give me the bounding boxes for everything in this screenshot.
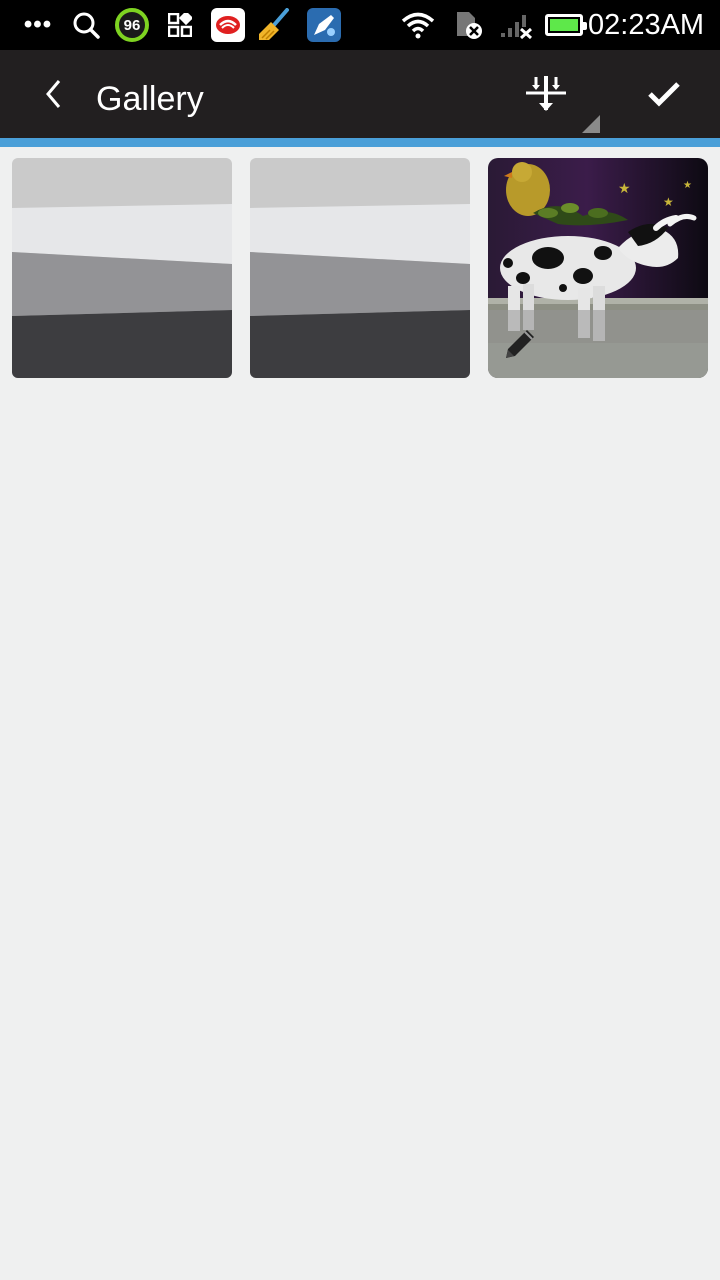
placeholder-image: [12, 158, 232, 378]
battery-saver-badge: 96: [113, 0, 151, 50]
dropdown-indicator-icon: [582, 115, 600, 133]
app-blue-icon: [304, 0, 344, 50]
app-red-icon: [210, 0, 246, 50]
app-bar-accent-line: [0, 138, 720, 147]
signal-icon: [496, 0, 536, 50]
page-title: Gallery: [96, 80, 204, 118]
sim-blocked-icon: [450, 0, 486, 50]
battery-icon: [543, 0, 587, 50]
pencil-icon[interactable]: [500, 324, 540, 364]
sort-merge-icon: [526, 76, 566, 111]
status-bar: ••• 96 02:23AM: [0, 0, 720, 50]
svg-text:★: ★: [618, 181, 631, 197]
broom-icon: [256, 0, 292, 50]
back-chevron-icon: [46, 80, 61, 108]
apps-grid-icon: [165, 0, 195, 50]
battery-saver-value: 96: [115, 8, 149, 42]
confirm-button[interactable]: [630, 50, 698, 138]
placeholder-image: [250, 158, 470, 378]
back-button[interactable]: [28, 50, 80, 138]
wifi-icon: [398, 0, 438, 50]
search-icon: [70, 0, 102, 50]
gallery-item-placeholder[interactable]: [250, 158, 470, 378]
svg-text:★: ★: [683, 180, 692, 191]
gallery-item-photo[interactable]: ★ ★ ★: [488, 158, 708, 378]
gallery-item-placeholder[interactable]: [12, 158, 232, 378]
overflow-dots-icon: •••: [23, 11, 53, 38]
clock: 02:23AM: [588, 8, 705, 41]
svg-text:★: ★: [663, 195, 674, 209]
check-icon: [648, 82, 680, 107]
